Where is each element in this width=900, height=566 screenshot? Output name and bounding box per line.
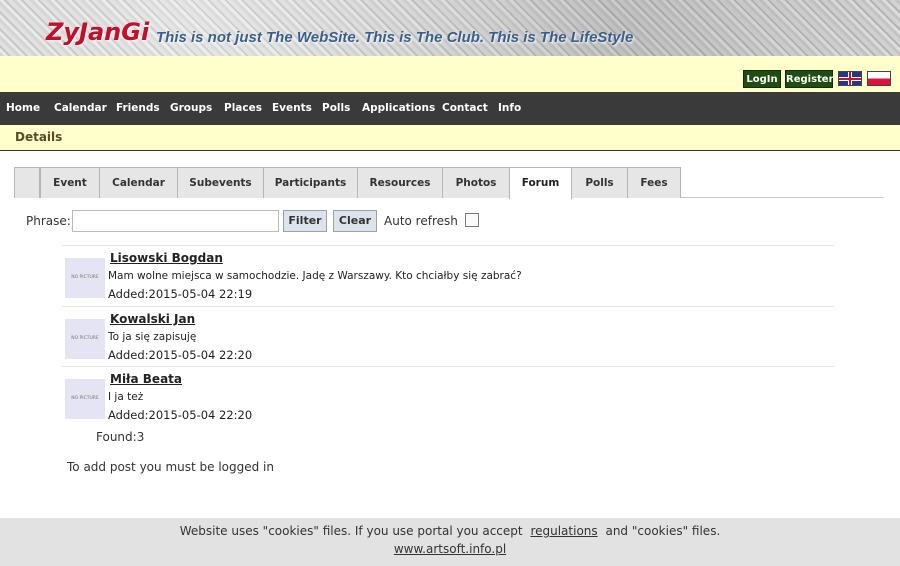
nav-calendar[interactable]: Calendar xyxy=(54,92,107,125)
post-text: Mam wolne miejsca w samochodzie. Jadę z … xyxy=(108,270,522,282)
avatar[interactable]: NO PICTURE xyxy=(65,319,105,359)
forum-post: NO PICTURE Miła Beata I ja też Added:201… xyxy=(62,366,834,427)
phrase-input[interactable] xyxy=(72,210,279,232)
post-date: Added:2015-05-04 22:20 xyxy=(108,408,253,422)
tab-participants[interactable]: Participants xyxy=(263,167,358,198)
tab-event[interactable]: Event xyxy=(40,167,100,198)
nav-friends[interactable]: Friends xyxy=(116,92,160,125)
details-bar: Details xyxy=(0,125,900,151)
post-author[interactable]: Lisowski Bogdan xyxy=(110,251,223,265)
account-bar: LogIn Register xyxy=(0,56,900,92)
post-date: Added:2015-05-04 22:19 xyxy=(108,287,253,301)
nav-applications[interactable]: Applications xyxy=(362,92,435,125)
regulations-link[interactable]: regulations xyxy=(530,524,597,538)
post-text: To ja się zapisuję xyxy=(108,331,197,343)
site-logo[interactable]: ZyJanGi xyxy=(46,18,149,46)
nav-polls[interactable]: Polls xyxy=(322,92,350,125)
login-button[interactable]: LogIn xyxy=(743,70,781,88)
found-count: Found:3 xyxy=(96,430,145,444)
header-banner: ZyJanGi This is not just The WebSite. Th… xyxy=(0,0,900,56)
post-text: I ja też xyxy=(108,391,144,403)
tab-fees[interactable]: Fees xyxy=(627,167,681,198)
english-flag-icon[interactable] xyxy=(838,71,862,86)
tab-resources[interactable]: Resources xyxy=(357,167,443,198)
register-button[interactable]: Register xyxy=(785,70,834,88)
tab-polls[interactable]: Polls xyxy=(571,167,628,198)
clear-button[interactable]: Clear xyxy=(333,210,377,232)
tab-spacer xyxy=(14,167,40,198)
nav-info[interactable]: Info xyxy=(498,92,521,125)
cookie-text-before: Website uses "cookies" files. If you use… xyxy=(179,524,523,538)
post-author[interactable]: Miła Beata xyxy=(110,372,182,386)
nav-home[interactable]: Home xyxy=(6,92,40,125)
cookie-text-after: and "cookies" files. xyxy=(605,524,721,538)
login-notice: To add post you must be logged in xyxy=(67,460,274,474)
nav-contact[interactable]: Contact xyxy=(442,92,488,125)
tab-calendar[interactable]: Calendar xyxy=(99,167,178,198)
main-nav: Home Calendar Friends Groups Places Even… xyxy=(0,92,900,125)
post-author[interactable]: Kowalski Jan xyxy=(110,312,195,326)
cookie-bar: Website uses "cookies" files. If you use… xyxy=(0,518,900,566)
nav-groups[interactable]: Groups xyxy=(170,92,212,125)
auto-refresh-label: Auto refresh xyxy=(384,214,458,228)
cookie-notice: Website uses "cookies" files. If you use… xyxy=(0,524,900,538)
tab-bar: Event Calendar Subevents Participants Re… xyxy=(14,167,884,199)
auto-refresh-checkbox[interactable] xyxy=(465,213,479,227)
page: ZyJanGi This is not just The WebSite. Th… xyxy=(0,0,900,566)
page-title: Details xyxy=(15,130,63,144)
site-tagline: This is not just The WebSite. This is Th… xyxy=(156,29,634,46)
tab-subevents[interactable]: Subevents xyxy=(177,167,264,198)
tab-photos[interactable]: Photos xyxy=(442,167,510,198)
filter-button[interactable]: Filter xyxy=(283,210,327,232)
polish-flag-icon[interactable] xyxy=(867,71,891,86)
nav-places[interactable]: Places xyxy=(224,92,262,125)
post-date: Added:2015-05-04 22:20 xyxy=(108,348,253,362)
avatar[interactable]: NO PICTURE xyxy=(65,258,105,298)
phrase-label: Phrase: xyxy=(26,214,71,228)
tab-forum[interactable]: Forum xyxy=(509,167,572,199)
avatar[interactable]: NO PICTURE xyxy=(65,379,105,419)
forum-post: NO PICTURE Kowalski Jan To ja się zapisu… xyxy=(62,306,834,367)
forum-post: NO PICTURE Lisowski Bogdan Mam wolne mie… xyxy=(62,245,834,306)
nav-events[interactable]: Events xyxy=(272,92,312,125)
site-link[interactable]: www.artsoft.info.pl xyxy=(0,542,900,556)
